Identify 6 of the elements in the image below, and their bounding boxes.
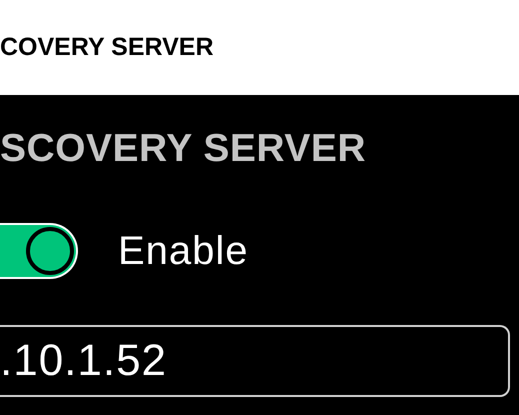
section-title: SCOVERY SERVER [0, 126, 368, 172]
header-title: COVERY SERVER [0, 32, 214, 63]
address-value: .10.1.52 [0, 335, 168, 387]
enable-label: Enable [118, 228, 249, 275]
enable-toggle[interactable] [0, 223, 78, 279]
address-field[interactable]: .10.1.52 [0, 325, 510, 397]
